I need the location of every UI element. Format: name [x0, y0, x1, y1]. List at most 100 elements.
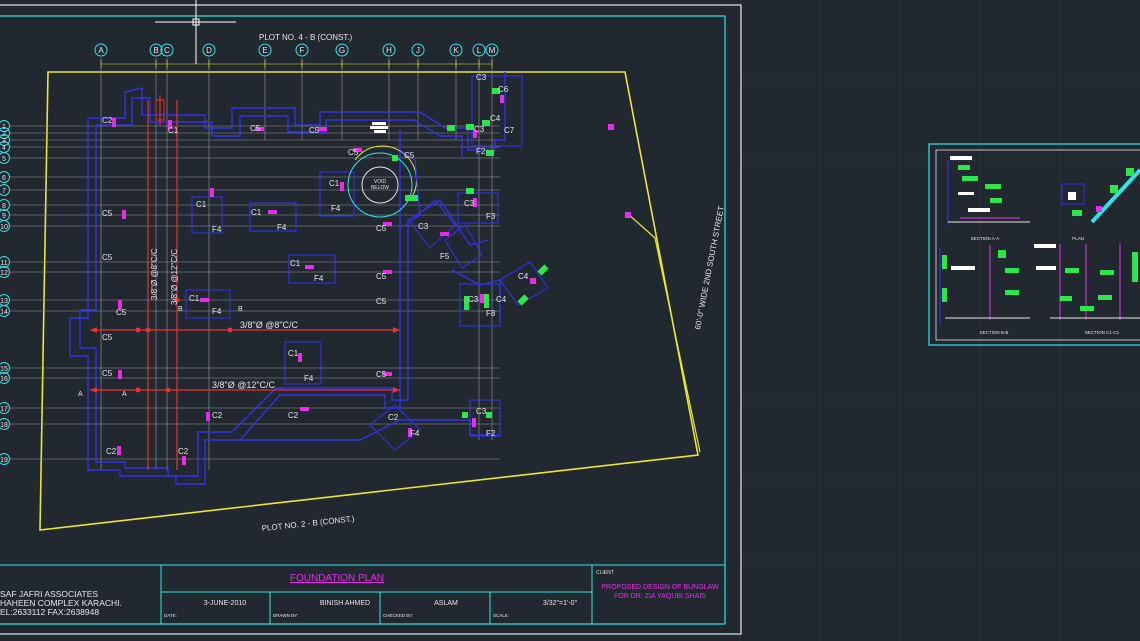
client-label: CLIENT — [596, 570, 614, 576]
label-c3-b: C3 — [474, 125, 485, 134]
detail-label-section-b: SECTION B-B — [980, 330, 1009, 335]
svg-text:18: 18 — [0, 422, 8, 429]
label-f8: F8 — [486, 309, 496, 318]
label-c5-e: C5 — [376, 224, 387, 233]
street-setback-line — [627, 213, 701, 453]
rebar-v1-label: 3/8"Ø @8"C/C — [150, 248, 159, 300]
svg-text:2: 2 — [2, 131, 6, 138]
svg-text:A: A — [122, 391, 127, 398]
svg-text:11: 11 — [0, 260, 7, 267]
detail-labels: SECTION A-A PLAN SECTION B-B SECTION C1-… — [971, 236, 1120, 335]
cad-drawing-canvas[interactable]: A B C D E F G H J K L M 1 2 3 4 5 6 7 8 … — [0, 0, 1140, 641]
foundation-walls — [69, 72, 506, 485]
street-label: 60'-0" WIDE 2ND SOUTH STREET — [693, 205, 726, 330]
grid-letter-c: C — [164, 46, 170, 55]
svg-text:10: 10 — [0, 224, 8, 231]
plot-top-label: PLOT NO. 4 - B (CONST.) — [259, 33, 353, 42]
label-c1-g: C1 — [288, 349, 299, 358]
drawn-by-label: DRAWN BY: — [273, 613, 298, 618]
grid-letter-h: H — [386, 46, 392, 55]
svg-text:15: 15 — [0, 366, 8, 373]
grid-letter-k: K — [453, 46, 459, 55]
rebar-markers — [90, 99, 400, 393]
grid-letter-m: M — [489, 46, 496, 55]
label-f5: F5 — [440, 252, 450, 261]
column-markers — [112, 95, 631, 465]
column-labels: C2 C1 C5 C5 C5 C5 C3 C6 C4 C3 C7 F2 C1 F… — [102, 73, 529, 456]
svg-text:12: 12 — [0, 270, 8, 277]
svg-text:A: A — [78, 391, 83, 398]
grid-letter-e: E — [262, 46, 267, 55]
grid-letter-j: J — [416, 46, 420, 55]
rebar-v2-label: 3/8"Ø @12"C/C — [170, 249, 179, 305]
rebar-h1-label: 3/8"Ø @8"C/C — [240, 320, 299, 330]
title-block-text: SAF JAFRI ASSOCIATES HAHEEN COMPLEX KARA… — [0, 570, 719, 618]
firm-phone: EL:2633112 FAX:2638948 — [0, 607, 99, 617]
green-callouts — [392, 88, 549, 418]
checked-by-label: CHECKED BY: — [383, 613, 413, 618]
label-c1-e: C1 — [290, 259, 301, 268]
label-c6: C6 — [498, 85, 509, 94]
grid-letter-g: G — [339, 46, 345, 55]
label-f4-f: F4 — [304, 374, 314, 383]
label-c2-a: C2 — [102, 116, 113, 125]
plot-bottom-label: PLOT NO. 2 - B (CONST.) — [261, 514, 355, 533]
detail-label-section-a: SECTION A-A — [971, 236, 1000, 241]
sheet-title: FOUNDATION PLAN — [290, 573, 384, 584]
checked-by-value: ASLAM — [434, 600, 458, 607]
plot-boundary — [39, 71, 699, 531]
scale-label: SCALE: — [493, 613, 509, 618]
svg-text:8: 8 — [2, 203, 6, 210]
grid-letter-f: F — [300, 46, 305, 55]
label-f2-a: F2 — [476, 147, 486, 156]
label-c1-d: C1 — [329, 179, 340, 188]
svg-text:17: 17 — [0, 406, 8, 413]
label-c5-k: C5 — [376, 370, 387, 379]
label-c5-c: C5 — [348, 148, 359, 157]
svg-text:16: 16 — [0, 376, 8, 383]
label-c1-f: C1 — [189, 294, 200, 303]
svg-text:7: 7 — [2, 188, 6, 195]
label-f2-b: F2 — [486, 429, 496, 438]
svg-text:6: 6 — [2, 175, 6, 182]
date-label: DATE: — [164, 613, 177, 618]
svg-text:19: 19 — [0, 457, 8, 464]
detail-label-section-c: SECTION C1-C1 — [1085, 330, 1120, 335]
footing-f4-g — [369, 404, 421, 451]
project-line-1: PROPOSED DESIGN OF BUNGLAW — [601, 584, 719, 591]
label-c4-b: C4 — [518, 272, 529, 281]
scale-value: 3/32"=1'-0" — [543, 600, 578, 607]
label-c1-c: C1 — [251, 208, 262, 217]
label-c2-f: C2 — [178, 447, 189, 456]
svg-text:B: B — [238, 306, 243, 313]
label-c3-c: C3 — [464, 199, 475, 208]
label-f4-a: F4 — [212, 225, 222, 234]
svg-text:13: 13 — [0, 298, 8, 305]
svg-text:1: 1 — [2, 124, 6, 131]
label-f3: F3 — [486, 212, 496, 221]
svg-text:9: 9 — [2, 213, 6, 220]
svg-text:14: 14 — [0, 309, 8, 316]
grid-letter-b: B — [153, 46, 158, 55]
footing-f5 — [444, 224, 483, 269]
label-f4-d: F4 — [314, 274, 324, 283]
label-c2-b: C2 — [212, 411, 223, 420]
sheet-inner-frame — [0, 15, 726, 625]
label-c5-b: C5 — [309, 126, 320, 135]
label-c5-d: C5 — [404, 151, 415, 160]
svg-text:B: B — [178, 306, 183, 313]
project-line-2: FOR DR. ZIA YAQUBI SHAIS — [614, 593, 706, 600]
label-c5-l: C5 — [102, 253, 113, 262]
label-c1-b: C1 — [196, 200, 207, 209]
svg-text:3: 3 — [2, 138, 6, 145]
label-c3-f: C3 — [476, 407, 487, 416]
top-dimension-chain — [100, 60, 493, 68]
label-c4-a: C4 — [490, 114, 501, 123]
label-c7: C7 — [504, 126, 515, 135]
label-c3-e: C3 — [468, 295, 479, 304]
label-c5-h: C5 — [116, 308, 127, 317]
footing-c3-d — [409, 199, 456, 249]
label-f4-g: F4 — [410, 429, 420, 438]
label-c5-a: C5 — [250, 124, 261, 133]
white-tags — [370, 122, 388, 133]
